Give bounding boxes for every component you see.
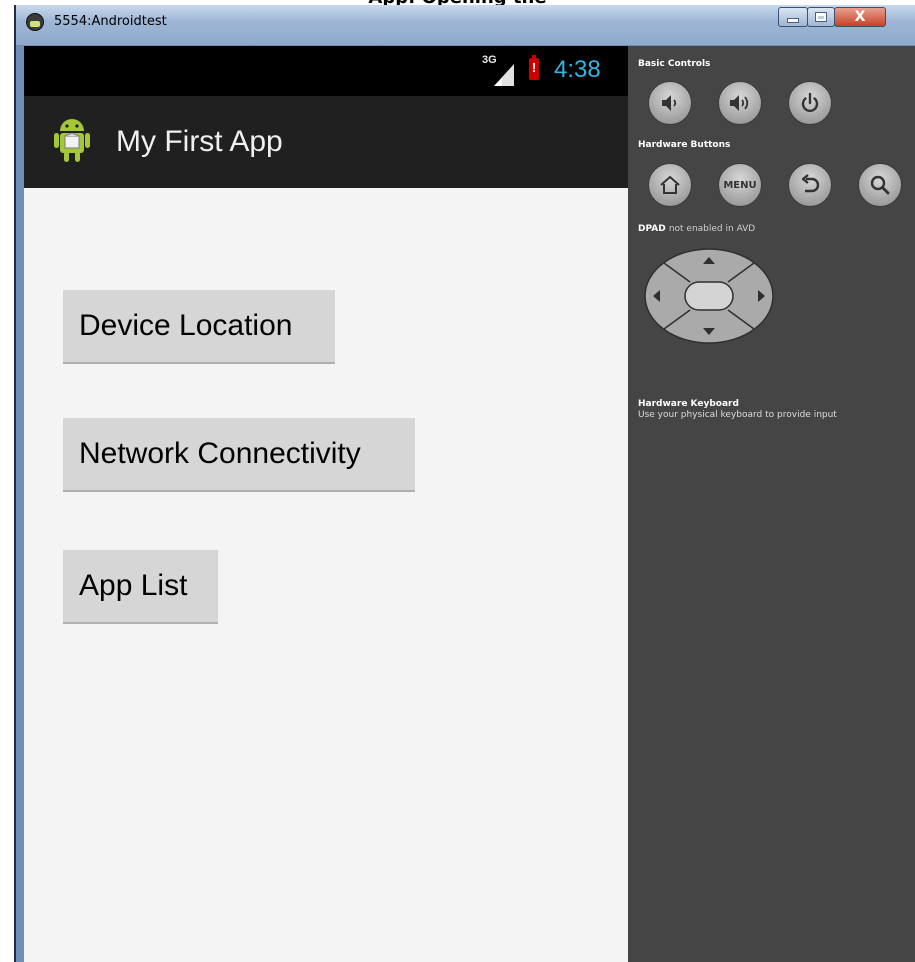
hardware-keyboard-note: Hardware Keyboard Use your physical keyb… <box>638 399 837 421</box>
volume-down-button[interactable] <box>648 81 692 125</box>
minimize-button[interactable] <box>778 7 808 27</box>
battery-icon <box>529 55 539 80</box>
network-connectivity-button[interactable]: Network Connectivity <box>63 418 415 492</box>
maximize-button[interactable] <box>807 7 835 27</box>
hardware-keyboard-desc: Use your physical keyboard to provide in… <box>638 410 837 420</box>
status-bar: 3G 4:38 <box>24 46 628 96</box>
app-list-button[interactable]: App List <box>63 550 218 624</box>
power-icon <box>801 92 819 113</box>
volume-up-button[interactable] <box>718 81 762 125</box>
back-button[interactable] <box>788 163 832 207</box>
search-icon <box>870 175 890 195</box>
back-icon <box>801 174 820 193</box>
app-title: My First App <box>116 125 283 158</box>
maximize-icon <box>815 12 827 22</box>
home-icon <box>660 175 680 194</box>
search-button[interactable] <box>858 163 902 207</box>
window-titlebar[interactable]: 5554:Androidtest X <box>16 5 915 45</box>
signal-icon <box>494 64 514 86</box>
hardware-keyboard-title: Hardware Keyboard <box>638 399 739 409</box>
hardware-buttons-heading: Hardware Buttons <box>638 140 731 150</box>
dpad[interactable] <box>642 246 776 346</box>
basic-controls-heading: Basic Controls <box>638 59 711 69</box>
minimize-icon <box>787 17 799 23</box>
close-button[interactable]: X <box>834 7 886 27</box>
status-clock: 4:38 <box>554 56 601 83</box>
android-app-icon <box>54 119 90 162</box>
controls-panel: Basic Controls Hardware Buttons MENU DPA… <box>628 46 915 962</box>
dpad-heading-bold: DPAD <box>638 224 666 234</box>
action-bar: My First App <box>24 96 628 188</box>
volume-up-icon <box>730 95 749 111</box>
dpad-heading-note: not enabled in AVD <box>668 224 756 234</box>
device-location-button[interactable]: Device Location <box>63 290 335 364</box>
close-icon: X <box>854 9 866 25</box>
android-emulator-icon <box>26 13 44 31</box>
dpad-heading: DPAD not enabled in AVD <box>638 224 755 234</box>
menu-label: MENU <box>723 179 757 191</box>
window-title: 5554:Androidtest <box>54 14 167 29</box>
device-screen: 3G 4:38 My First App Device Location Net… <box>24 46 628 962</box>
menu-button[interactable]: MENU <box>718 163 762 207</box>
home-button[interactable] <box>648 163 692 207</box>
power-button[interactable] <box>788 81 832 125</box>
volume-down-icon <box>662 95 677 111</box>
